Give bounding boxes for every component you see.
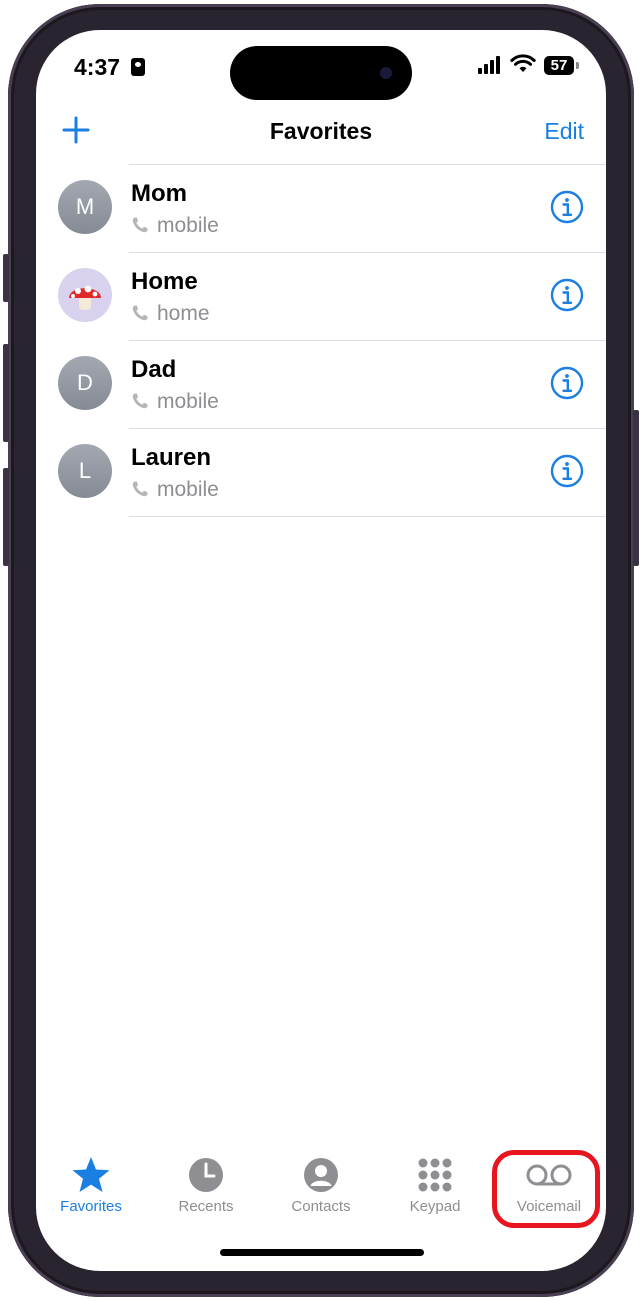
phone-screen: 4:37 57 Favorites Edit M Mom mobile Home… bbox=[36, 30, 606, 1271]
tab-contacts[interactable]: Contacts bbox=[266, 1150, 376, 1215]
contact-phone-type: mobile bbox=[131, 214, 219, 238]
keypad-icon bbox=[418, 1158, 452, 1192]
phone-type-label: mobile bbox=[157, 478, 219, 501]
row-divider bbox=[129, 252, 606, 253]
contact-phone-type: home bbox=[131, 302, 210, 326]
contact-name: Dad bbox=[131, 356, 177, 383]
page-title: Favorites bbox=[269, 118, 373, 144]
person-icon bbox=[304, 1158, 338, 1192]
favorite-row-dad[interactable]: D Dad mobile bbox=[36, 340, 606, 428]
info-icon[interactable] bbox=[550, 190, 584, 224]
contact-name: Lauren bbox=[131, 444, 212, 471]
favorite-row-lauren[interactable]: L Lauren mobile bbox=[36, 428, 606, 517]
contact-phone-type: mobile bbox=[131, 478, 219, 502]
phone-type-label: home bbox=[157, 302, 210, 325]
row-divider bbox=[129, 340, 606, 341]
edit-button[interactable]: Edit bbox=[544, 118, 584, 145]
volume-down-button bbox=[3, 468, 9, 566]
tab-label: Recents bbox=[178, 1198, 234, 1215]
avatar: M bbox=[58, 180, 112, 234]
volume-up-button bbox=[3, 344, 9, 442]
favorites-list: M Mom mobile Home home D Dad mobile L La… bbox=[36, 164, 606, 517]
tab-label: Keypad bbox=[409, 1198, 461, 1215]
avatar: L bbox=[58, 444, 112, 498]
info-icon[interactable] bbox=[550, 278, 584, 312]
mushroom-icon bbox=[69, 285, 101, 310]
camera-icon bbox=[380, 67, 392, 79]
tab-recents[interactable]: Recents bbox=[151, 1150, 261, 1215]
tab-favorites[interactable]: Favorites bbox=[36, 1150, 146, 1215]
favorite-row-home[interactable]: Home home bbox=[36, 252, 606, 340]
dynamic-island bbox=[230, 46, 412, 100]
phone-icon bbox=[132, 393, 148, 409]
voicemail-highlight-annotation bbox=[492, 1150, 600, 1228]
signal-icon bbox=[478, 56, 502, 74]
power-button bbox=[633, 410, 639, 566]
tab-label: Favorites bbox=[60, 1198, 122, 1215]
wifi-icon bbox=[510, 54, 536, 72]
row-divider bbox=[129, 428, 606, 429]
phone-type-label: mobile bbox=[157, 214, 219, 237]
contact-card-icon bbox=[131, 58, 145, 76]
mushroom-avatar-icon bbox=[58, 268, 112, 322]
tab-keypad[interactable]: Keypad bbox=[380, 1150, 490, 1215]
phone-icon bbox=[132, 481, 148, 497]
action-button bbox=[3, 254, 9, 302]
clock-icon bbox=[189, 1158, 223, 1192]
contact-phone-type: mobile bbox=[131, 390, 219, 414]
phone-type-label: mobile bbox=[157, 390, 219, 413]
phone-icon bbox=[132, 217, 148, 233]
avatar: D bbox=[58, 356, 112, 410]
row-divider bbox=[129, 164, 606, 165]
status-time: 4:37 bbox=[74, 54, 121, 80]
info-icon[interactable] bbox=[550, 366, 584, 400]
star-icon bbox=[72, 1157, 110, 1192]
row-divider bbox=[129, 516, 606, 517]
contact-name: Home bbox=[131, 268, 198, 295]
tab-label: Contacts bbox=[291, 1198, 351, 1215]
phone-icon bbox=[132, 305, 148, 321]
battery-indicator: 57 bbox=[544, 56, 574, 75]
contact-name: Mom bbox=[131, 180, 187, 207]
battery-tip bbox=[576, 62, 579, 69]
info-icon[interactable] bbox=[550, 454, 584, 488]
home-indicator[interactable] bbox=[220, 1249, 424, 1256]
favorite-row-mom[interactable]: M Mom mobile bbox=[36, 164, 606, 252]
